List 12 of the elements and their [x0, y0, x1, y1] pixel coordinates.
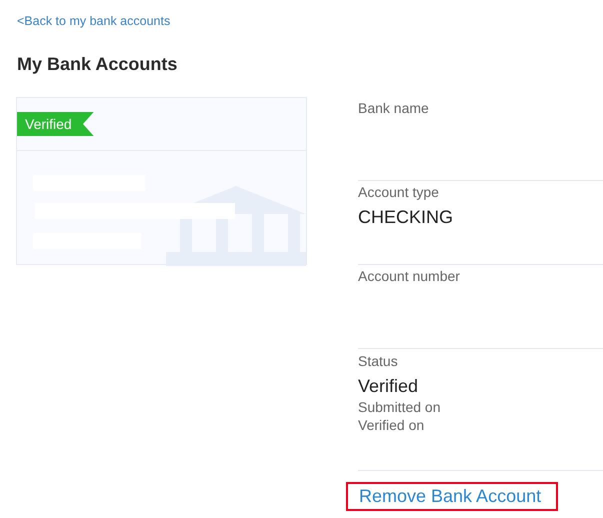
remove-account-link[interactable]: Remove Bank Account	[346, 482, 558, 511]
field-value: Verified	[358, 376, 420, 397]
verified-badge: Verified	[17, 112, 94, 136]
field-value: CHECKING	[358, 207, 454, 228]
field-label: Bank name	[358, 100, 430, 116]
page-title: My Bank Accounts	[17, 54, 178, 75]
field-label: Account type	[358, 184, 440, 200]
field-label: Account number	[358, 268, 461, 284]
field-label: Status	[358, 353, 399, 369]
field-note: Submitted on	[358, 399, 442, 415]
back-link[interactable]: <Back to my bank accounts	[17, 14, 170, 28]
field-note: Verified on	[358, 417, 426, 433]
